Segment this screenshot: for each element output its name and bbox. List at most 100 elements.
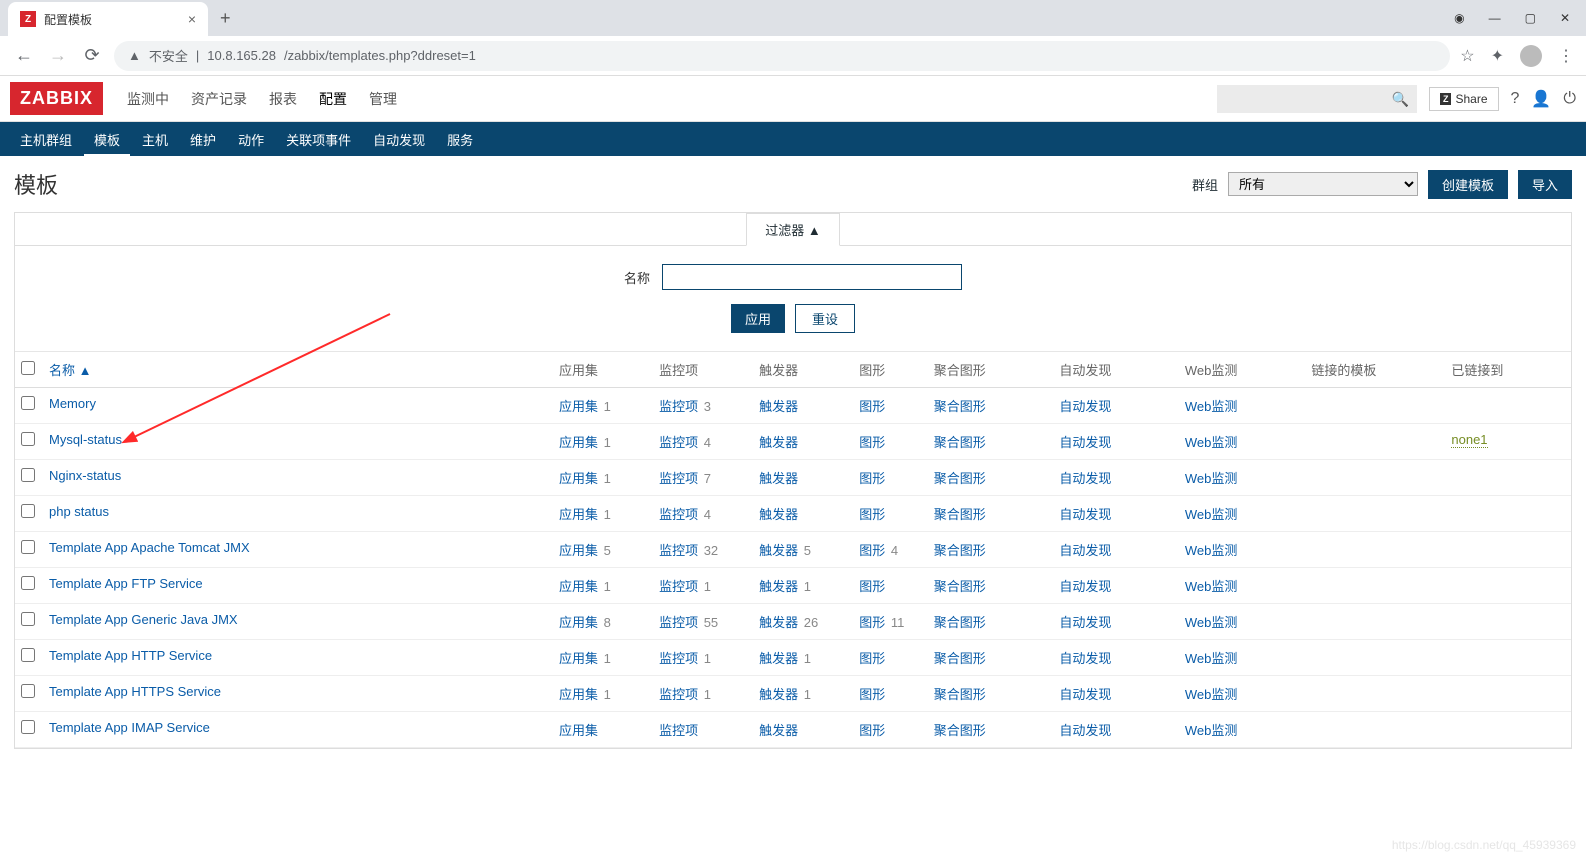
window-minimize[interactable]: — (1489, 11, 1501, 25)
reload-button[interactable]: ⟳ (80, 45, 104, 66)
cell-link[interactable]: 自动发现 (1059, 651, 1111, 666)
subnav-discovery[interactable]: 自动发现 (363, 122, 435, 157)
cell-link[interactable]: 自动发现 (1059, 435, 1111, 450)
cell-link[interactable]: 图形 (859, 471, 885, 486)
extensions-icon[interactable]: ✦ (1491, 46, 1504, 66)
template-name-link[interactable]: Template App HTTP Service (49, 648, 212, 663)
row-checkbox[interactable] (21, 648, 35, 662)
cell-link[interactable]: Web监测 (1185, 651, 1238, 666)
row-checkbox[interactable] (21, 468, 35, 482)
cell-link[interactable]: 应用集 (559, 435, 598, 450)
profile-avatar[interactable] (1520, 45, 1542, 67)
cell-link[interactable]: 应用集 (559, 399, 598, 414)
nav-configuration[interactable]: 配置 (319, 89, 347, 109)
cell-link[interactable]: 聚合图形 (934, 615, 986, 630)
col-name[interactable]: 名称 ▲ (43, 352, 553, 388)
new-tab-button[interactable]: + (208, 8, 243, 29)
cell-link[interactable]: 监控项 (659, 507, 698, 522)
template-name-link[interactable]: Template App HTTPS Service (49, 684, 221, 699)
back-button[interactable]: ← (12, 45, 36, 66)
menu-icon[interactable]: ⋮ (1558, 46, 1574, 66)
cell-link[interactable]: 触发器 (759, 507, 798, 522)
cell-link[interactable]: Web监测 (1185, 579, 1238, 594)
cell-link[interactable]: 图形 (859, 687, 885, 702)
global-search[interactable] (1217, 85, 1417, 113)
cell-link[interactable]: 监控项 (659, 543, 698, 558)
col-discovery[interactable]: 自动发现 (1053, 352, 1179, 388)
row-checkbox[interactable] (21, 612, 35, 626)
tab-close-icon[interactable]: × (188, 11, 196, 27)
template-name-link[interactable]: Memory (49, 396, 96, 411)
cell-link[interactable]: 触发器 (759, 579, 798, 594)
star-icon[interactable]: ☆ (1460, 46, 1474, 66)
cell-link[interactable]: 触发器 (759, 543, 798, 558)
cell-link[interactable]: 自动发现 (1059, 507, 1111, 522)
nav-administration[interactable]: 管理 (369, 89, 397, 109)
template-name-link[interactable]: Template App Generic Java JMX (49, 612, 238, 627)
cell-link[interactable]: 自动发现 (1059, 687, 1111, 702)
template-name-link[interactable]: Nginx-status (49, 468, 121, 483)
filter-toggle[interactable]: 过滤器 ▲ (746, 213, 839, 246)
cell-link[interactable]: 聚合图形 (934, 579, 986, 594)
cell-link[interactable]: 触发器 (759, 687, 798, 702)
cell-link[interactable]: Web监测 (1185, 615, 1238, 630)
cell-link[interactable]: 图形 (859, 615, 885, 630)
col-apps[interactable]: 应用集 (553, 352, 653, 388)
group-select[interactable]: 所有 (1228, 172, 1418, 196)
help-icon[interactable]: ? (1511, 90, 1520, 108)
reset-button[interactable]: 重设 (795, 304, 855, 333)
logout-icon[interactable]: ⏻ (1563, 90, 1576, 108)
cell-link[interactable]: 监控项 (659, 579, 698, 594)
create-template-button[interactable]: 创建模板 (1428, 170, 1508, 199)
search-icon[interactable]: 🔍 (1392, 91, 1409, 108)
account-dot-icon[interactable]: ◉ (1454, 11, 1464, 25)
forward-button[interactable]: → (46, 45, 70, 66)
cell-link[interactable]: 聚合图形 (934, 687, 986, 702)
cell-link[interactable]: 应用集 (559, 687, 598, 702)
cell-link[interactable]: 聚合图形 (934, 471, 986, 486)
cell-link[interactable]: 自动发现 (1059, 723, 1111, 738)
cell-link[interactable]: 触发器 (759, 615, 798, 630)
cell-link[interactable]: 监控项 (659, 723, 698, 738)
col-graphs[interactable]: 图形 (853, 352, 928, 388)
subnav-maintenance[interactable]: 维护 (180, 122, 226, 157)
cell-link[interactable]: Web监测 (1185, 687, 1238, 702)
row-checkbox[interactable] (21, 504, 35, 518)
col-screens[interactable]: 聚合图形 (928, 352, 1054, 388)
cell-link[interactable]: Web监测 (1185, 435, 1238, 450)
cell-link[interactable]: 应用集 (559, 471, 598, 486)
cell-link[interactable]: Web监测 (1185, 723, 1238, 738)
cell-link[interactable]: 应用集 (559, 543, 598, 558)
cell-link[interactable]: 应用集 (559, 579, 598, 594)
cell-link[interactable]: 应用集 (559, 651, 598, 666)
cell-link[interactable]: 监控项 (659, 615, 698, 630)
cell-link[interactable]: 应用集 (559, 507, 598, 522)
cell-link[interactable]: 自动发现 (1059, 399, 1111, 414)
address-bar[interactable]: ▲ 不安全 | 10.8.165.28/zabbix/templates.php… (114, 41, 1450, 71)
import-button[interactable]: 导入 (1518, 170, 1572, 199)
cell-link[interactable]: 自动发现 (1059, 615, 1111, 630)
cell-link[interactable]: 聚合图形 (934, 399, 986, 414)
col-triggers[interactable]: 触发器 (753, 352, 853, 388)
cell-link[interactable]: 自动发现 (1059, 543, 1111, 558)
cell-link[interactable]: 图形 (859, 399, 885, 414)
share-button[interactable]: ZShare (1429, 87, 1499, 111)
nav-inventory[interactable]: 资产记录 (191, 89, 247, 109)
window-close[interactable]: ✕ (1560, 11, 1570, 25)
cell-link[interactable]: 图形 (859, 723, 885, 738)
cell-link[interactable]: 聚合图形 (934, 507, 986, 522)
row-checkbox[interactable] (21, 396, 35, 410)
subnav-hosts[interactable]: 主机 (132, 122, 178, 157)
cell-link[interactable]: Web监测 (1185, 471, 1238, 486)
cell-link[interactable]: 自动发现 (1059, 471, 1111, 486)
nav-reports[interactable]: 报表 (269, 89, 297, 109)
cell-link[interactable]: 监控项 (659, 471, 698, 486)
subnav-hostgroups[interactable]: 主机群组 (10, 122, 82, 157)
nav-monitoring[interactable]: 监测中 (127, 89, 169, 109)
window-maximize[interactable]: ▢ (1525, 11, 1536, 25)
cell-link[interactable]: 监控项 (659, 399, 698, 414)
cell-link[interactable]: 图形 (859, 507, 885, 522)
cell-link[interactable]: 图形 (859, 579, 885, 594)
cell-link[interactable]: 聚合图形 (934, 723, 986, 738)
browser-tab[interactable]: Z 配置模板 × (8, 2, 208, 36)
